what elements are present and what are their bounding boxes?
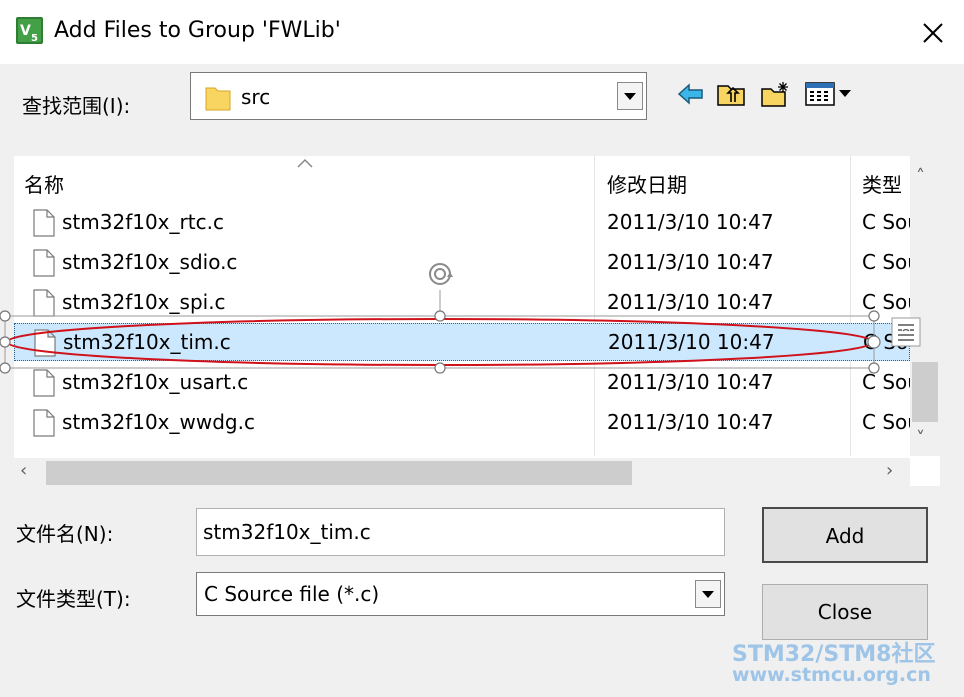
file-row[interactable]: stm32f10x_spi.c 2011/3/10 10:47 C Source… xyxy=(14,284,910,322)
file-row[interactable]: stm32f10x_usart.c 2011/3/10 10:47 C Sour… xyxy=(14,364,910,402)
file-icon xyxy=(34,329,56,357)
file-list[interactable]: 名称 修改日期 类型 stm32f10x_rtc.c 2011/3/10 10:… xyxy=(14,156,940,486)
scroll-down-icon[interactable]: ˅ xyxy=(916,428,925,449)
watermark-url: www.stmcu.org.cn xyxy=(732,664,931,686)
look-in-label: 查找范围(I): xyxy=(22,94,131,118)
resize-handle[interactable] xyxy=(0,336,11,348)
file-date: 2011/3/10 10:47 xyxy=(607,410,774,434)
filetype-dropdown-button[interactable] xyxy=(695,580,721,608)
back-arrow-icon[interactable] xyxy=(676,80,706,108)
close-icon[interactable] xyxy=(914,14,952,52)
file-icon xyxy=(33,209,55,237)
file-date: 2011/3/10 10:47 xyxy=(607,290,774,314)
file-icon xyxy=(33,249,55,277)
file-type: C Source file xyxy=(863,330,911,354)
file-type: C Source file xyxy=(862,370,910,394)
column-header-date[interactable]: 修改日期 xyxy=(607,156,847,202)
vertical-scroll-thumb[interactable] xyxy=(912,362,938,422)
scroll-left-icon[interactable]: ‹ xyxy=(20,460,27,481)
column-header-name[interactable]: 名称 xyxy=(24,156,594,202)
chevron-down-icon xyxy=(702,591,714,598)
svg-text:5: 5 xyxy=(31,33,38,44)
horizontal-scrollbar[interactable]: ‹ › xyxy=(14,458,910,486)
resize-handle[interactable] xyxy=(0,310,11,322)
file-name: stm32f10x_rtc.c xyxy=(62,210,224,234)
file-row[interactable]: stm32f10x_sdio.c 2011/3/10 10:47 C Sourc… xyxy=(14,244,910,282)
file-row[interactable]: stm32f10x_rtc.c 2011/3/10 10:47 C Source… xyxy=(14,204,910,242)
title-bar: V 5 Add Files to Group 'FWLib' xyxy=(0,0,964,64)
column-header-type[interactable]: 类型 xyxy=(862,156,910,202)
scroll-right-icon[interactable]: › xyxy=(886,460,893,481)
folder-icon xyxy=(205,87,231,111)
file-date: 2011/3/10 10:47 xyxy=(607,370,774,394)
close-button[interactable]: Close xyxy=(762,584,928,640)
add-button[interactable]: Add xyxy=(762,507,928,563)
filetype-label: 文件类型(T): xyxy=(16,587,131,611)
file-date: 2011/3/10 10:47 xyxy=(607,210,774,234)
keil-uv5-icon: V 5 xyxy=(16,17,43,44)
file-name: stm32f10x_usart.c xyxy=(62,370,249,394)
vertical-scrollbar[interactable]: ˄ ˅ xyxy=(910,156,940,456)
look-in-dropdown-button[interactable] xyxy=(617,82,643,110)
filetype-combo[interactable]: C Source file (*.c) xyxy=(196,572,725,616)
look-in-combo[interactable]: src xyxy=(190,72,647,120)
file-date: 2011/3/10 10:47 xyxy=(607,250,774,274)
new-folder-icon[interactable] xyxy=(760,80,790,108)
file-type: C Source file xyxy=(862,290,910,314)
file-type: C Source file xyxy=(862,210,910,234)
file-row[interactable]: stm32f10x_wwdg.c 2011/3/10 10:47 C Sourc… xyxy=(14,404,910,442)
resize-handle[interactable] xyxy=(0,362,11,374)
up-folder-icon[interactable] xyxy=(716,80,746,108)
file-name: stm32f10x_spi.c xyxy=(62,290,226,314)
filetype-value: C Source file (*.c) xyxy=(204,582,380,606)
view-menu-icon[interactable] xyxy=(804,80,858,108)
file-icon xyxy=(33,289,55,317)
file-date: 2011/3/10 10:47 xyxy=(608,330,775,354)
file-name: stm32f10x_sdio.c xyxy=(62,250,238,274)
file-name: stm32f10x_tim.c xyxy=(63,330,231,354)
scroll-up-icon[interactable]: ˄ xyxy=(916,166,925,187)
filename-label: 文件名(N): xyxy=(16,522,114,546)
look-in-value: src xyxy=(241,85,271,109)
window-title: Add Files to Group 'FWLib' xyxy=(54,18,341,43)
file-icon xyxy=(33,369,55,397)
file-type: C Source file xyxy=(862,250,910,274)
file-row-selected[interactable]: stm32f10x_tim.c 2011/3/10 10:47 C Source… xyxy=(14,323,911,361)
file-icon xyxy=(33,409,55,437)
filename-input[interactable] xyxy=(196,508,725,556)
file-type: C Source file xyxy=(862,410,910,434)
file-name: stm32f10x_wwdg.c xyxy=(62,410,255,434)
horizontal-scroll-thumb[interactable] xyxy=(46,461,632,485)
svg-text:V: V xyxy=(20,23,31,39)
chevron-down-icon xyxy=(624,93,636,100)
